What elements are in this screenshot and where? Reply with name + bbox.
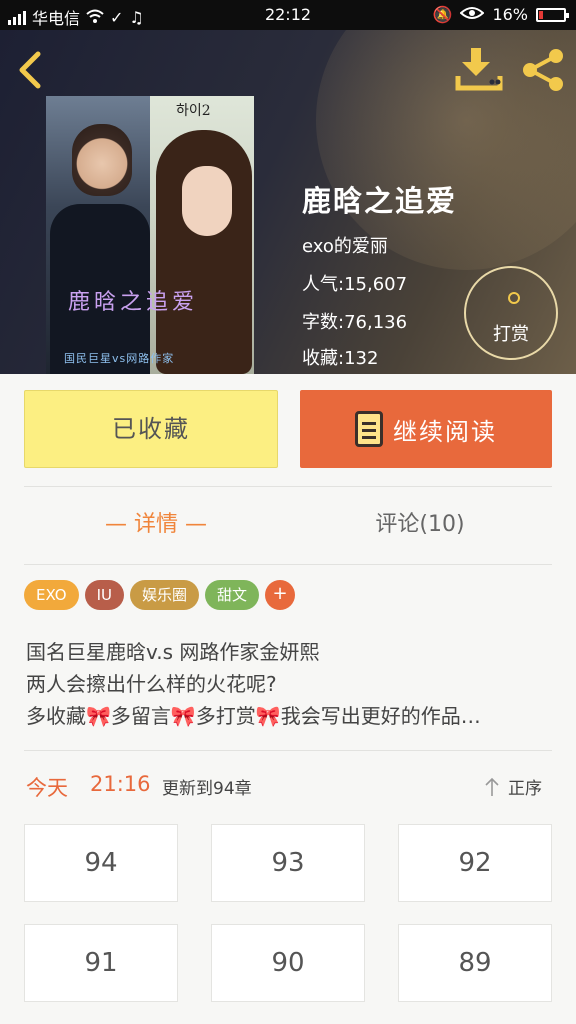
book-icon: [355, 411, 383, 447]
description-line: 两人会擦出什么样的火花呢?: [26, 672, 277, 696]
divider: [24, 564, 552, 565]
battery-level: [539, 10, 543, 19]
share-icon: [523, 49, 563, 91]
battery-icon: [536, 7, 569, 22]
tag-chip[interactable]: 甜文: [205, 580, 260, 610]
tab-comments[interactable]: 评论(10): [288, 506, 552, 546]
cover-title: 鹿晗之追爱: [68, 290, 199, 315]
favorited-button[interactable]: 已收藏: [24, 390, 278, 468]
chevron-left-icon: [19, 51, 41, 89]
cover-right-panel: [150, 96, 254, 374]
cover-figure-face: [182, 166, 232, 236]
arrow-up-icon: [485, 777, 499, 796]
cover-corner-text: 하이2: [176, 103, 211, 119]
add-tag-button[interactable]: +: [265, 580, 296, 610]
tab-details[interactable]: — 详情 —: [24, 506, 288, 546]
mute-icon: 🔕: [432, 5, 453, 24]
tag-chip[interactable]: 娱乐圈: [130, 580, 200, 610]
status-right: 🔕 16%: [432, 5, 569, 24]
word-count: 字数:76,136: [302, 312, 408, 333]
divider: [24, 486, 552, 487]
status-bar: 华电信 ✓ ♫ 22:12 🔕 16%: [0, 0, 576, 30]
cover-subtitle: 国民巨星vs网路作家: [64, 352, 175, 365]
popularity-count: 人气:15,607: [302, 274, 408, 295]
book-title: 鹿晗之追爱: [302, 184, 458, 218]
download-button[interactable]: [454, 46, 504, 92]
update-time: 21:16: [90, 772, 151, 796]
book-header: 하이2 鹿晗之追爱 国民巨星vs网路作家 鹿晗之追爱 exo的爱丽 人气:15,…: [0, 30, 576, 374]
tag-chip[interactable]: EXO: [24, 580, 79, 610]
description-line: 多收藏🎀多留言🎀多打赏🎀我会写出更好的作品…: [26, 704, 481, 728]
tip-button[interactable]: 打赏: [464, 266, 558, 360]
favorite-count: 收藏:132: [302, 348, 379, 369]
tag-chip[interactable]: IU: [84, 580, 125, 610]
divider: [24, 750, 552, 751]
download-icon: [455, 48, 503, 91]
update-day: 今天: [26, 776, 68, 800]
tip-label: 打赏: [493, 324, 529, 345]
description-line: 国名巨星鹿晗v.s 网路作家金妍熙: [26, 640, 320, 664]
share-button[interactable]: [520, 48, 566, 92]
chapter-button[interactable]: 93: [211, 824, 365, 902]
sort-order-label: 正序: [508, 779, 542, 799]
sort-order-button[interactable]: 正序: [484, 774, 542, 799]
chapter-button[interactable]: 92: [398, 824, 552, 902]
book-cover: 하이2 鹿晗之追爱 国民巨星vs网路作家: [46, 96, 254, 374]
cover-figure-head: [72, 124, 132, 196]
book-description: 国名巨星鹿晗v.s 网路作家金妍熙 两人会擦出什么样的火花呢? 多收藏🎀多留言🎀…: [26, 636, 556, 732]
continue-reading-label: 继续阅读: [393, 417, 497, 446]
chapter-button[interactable]: 89: [398, 924, 552, 1002]
continue-reading-button[interactable]: 继续阅读: [300, 390, 552, 468]
book-author[interactable]: exo的爱丽: [302, 232, 388, 258]
chapter-button[interactable]: 94: [24, 824, 178, 902]
cover-left-panel: [46, 96, 150, 374]
back-button[interactable]: [14, 48, 50, 92]
tag-list: EXO IU 娱乐圈 甜文 +: [24, 580, 296, 610]
chapter-button[interactable]: 90: [211, 924, 365, 1002]
chapter-button[interactable]: 91: [24, 924, 178, 1002]
coin-icon: [508, 292, 520, 304]
eye-icon: [459, 5, 485, 24]
battery-percent: 16%: [492, 5, 528, 24]
update-status: 更新到94章: [162, 779, 252, 799]
